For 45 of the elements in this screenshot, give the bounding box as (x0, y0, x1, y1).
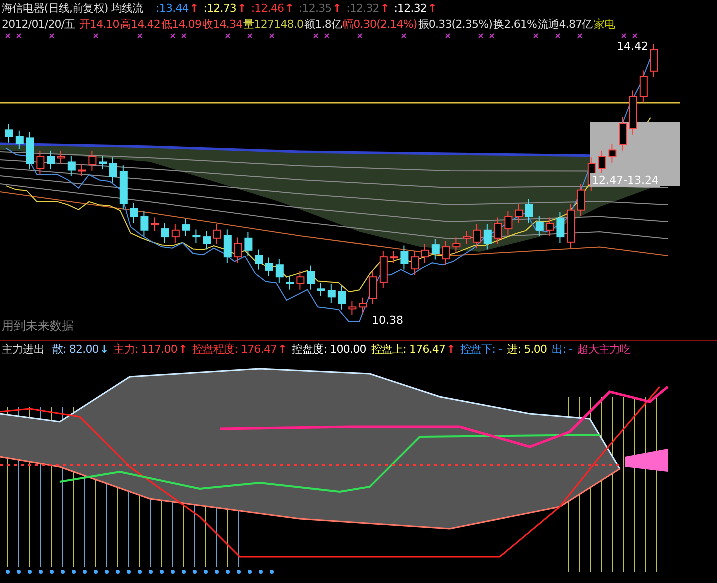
ma-value: :12.32 (346, 2, 380, 14)
quote-value: 幅0.30(2.14%) (343, 16, 418, 32)
ma-value: :13.44 (156, 2, 189, 14)
ma-value: :12.35 (298, 2, 332, 14)
indicator-value: 出: - (552, 342, 573, 356)
future-data-note: 用到未来数据 (2, 318, 74, 335)
indicator-value: 控盘度: 100.00 (292, 342, 366, 356)
high-price-label: 14.42 (617, 40, 648, 53)
ma-value: :12.32 (394, 2, 428, 14)
arrow-icon: ↑ (278, 342, 287, 356)
quote-value: 量127148.0 (244, 16, 304, 32)
ma-value: :12.73 (204, 2, 237, 14)
quote-value: 换2.61% (494, 16, 538, 32)
indicator-title: 主力进出 (2, 342, 44, 356)
indicator-value: 超大主力吃 (578, 342, 631, 356)
range-label: 12.47-13.24 (592, 174, 659, 187)
ma-value: :12.46 (251, 2, 284, 14)
indicator-value: 控盘上: 176.47 (371, 342, 446, 356)
chart-title: 海信电器(日线,前复权) (2, 0, 108, 16)
arrow-icon: ↑ (285, 2, 294, 14)
indicator-value: 主力: 117.00 (114, 342, 178, 356)
low-price-label: 10.38 (372, 314, 404, 327)
arrow-icon: ↑ (178, 342, 188, 356)
arrow-icon: ↑ (190, 2, 199, 14)
arrow-icon: ↑ (380, 2, 390, 14)
signal-wedge (625, 449, 668, 472)
arrow-icon: ↑ (446, 342, 456, 356)
indicator-name: 均线流 (111, 0, 144, 16)
quote-value: 振0.33(2.35%) (418, 16, 493, 32)
quote-value: 低14.09 (162, 16, 202, 32)
arrow-icon: ↑ (332, 2, 342, 14)
indicator-value: 散: 82.00 (52, 342, 99, 356)
arrow-icon: ↓ (100, 342, 109, 356)
arrow-icon: ↑ (428, 2, 437, 14)
date-label: 2012/01/20/五 (2, 16, 76, 32)
quote-value: 额1.8亿 (304, 16, 342, 32)
quote-value: 家电 (594, 16, 615, 32)
quote-value: 流通4.87亿 (538, 16, 593, 32)
indicator-value: 控盘下: - (460, 342, 502, 356)
quote-value: 高14.42 (120, 16, 160, 32)
indicator-value: 控盘程度: 176.47 (192, 342, 278, 356)
arrow-icon: ↑ (238, 2, 246, 14)
quote-value: 收14.34 (202, 16, 243, 32)
quote-value: 开14.10 (79, 16, 120, 32)
indicator-value: 进: 5.00 (507, 342, 548, 356)
